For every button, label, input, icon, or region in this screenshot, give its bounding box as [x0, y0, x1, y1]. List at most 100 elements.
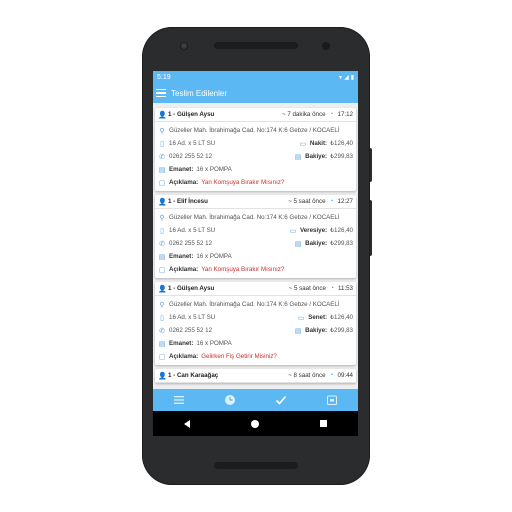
phone-screen: 5:19 ▾ ◢ ▮ Teslim Edilenler 👤 1 - Gülşen … [153, 71, 358, 436]
briefcase-icon: ▤ [294, 153, 302, 161]
emanet-value: 16 x POMPA [196, 166, 232, 173]
bottle-icon: ▯ [160, 227, 164, 235]
emanet-value: 16 x POMPA [196, 340, 232, 347]
back-icon[interactable] [183, 419, 190, 428]
system-nav-bar [153, 411, 358, 436]
location-icon: ⚲ [159, 301, 165, 309]
bottle-icon: ▯ [160, 140, 164, 148]
emanet-value: 16 x POMPA [196, 253, 232, 260]
app-bar: Teslim Edilenler [153, 83, 358, 103]
clock-icon: ◔ [329, 198, 334, 205]
card-body: ⚲ Güzeller Mah. İbrahimağa Cad. No:174 K:… [155, 296, 356, 365]
list-item[interactable]: 👤 1 - Gülşen Aysu ~ 7 dakika önce ◔ 17:12 ⚲… [155, 108, 356, 191]
archive-icon [327, 395, 338, 405]
customer-name: 1 - Elif İncesu [168, 198, 208, 205]
card-header: 👤 1 - Gülşen Aysu ~ 7 dakika önce ◔ 17:12 [155, 108, 356, 122]
status-bar: 5:19 ▾ ◢ ▮ [153, 71, 358, 83]
note-value: Gelirken Fiş Getirir Misiniz? [201, 353, 277, 360]
clock-icon: ◔ [329, 372, 334, 379]
battery-icon: ▮ [350, 74, 354, 81]
briefcase-icon: ▤ [158, 340, 166, 348]
list-item[interactable]: 👤 1 - Can Karaağaç ~ 8 saat önce ◔ 09:44 [155, 369, 356, 383]
tab-delivered[interactable] [266, 389, 296, 411]
note-label: Açıklama: [169, 353, 199, 360]
chat-icon: ▢ [158, 353, 166, 361]
history-icon [224, 395, 235, 405]
customer-name: 1 - Can Karaağaç [168, 372, 219, 379]
tab-list[interactable] [164, 389, 194, 411]
recent-apps-icon[interactable] [320, 420, 328, 427]
tab-archive[interactable] [317, 389, 347, 411]
status-time: 5:19 [157, 73, 171, 81]
chat-icon: ▢ [158, 266, 166, 274]
phone-icon: ✆ [159, 153, 165, 161]
address-text: Güzeller Mah. İbrahimağa Cad. No:174 K:6… [169, 127, 340, 134]
product-text: 16 Ad. x 5 LT SU [169, 140, 216, 147]
delivered-list[interactable]: 👤 1 - Gülşen Aysu ~ 7 dakika önce ◔ 17:12 ⚲… [153, 103, 358, 389]
clock-icon: ◔ [329, 111, 334, 118]
customer-name: 1 - Gülşen Aysu [168, 111, 215, 118]
signal-icon: ◢ [344, 74, 349, 81]
delivery-time: 11:53 [337, 285, 353, 292]
note-label: Açıklama: [169, 266, 199, 273]
delivery-time: 09:44 [337, 372, 353, 379]
emanet-label: Emanet: [169, 166, 194, 173]
user-icon: 👤 [158, 111, 167, 119]
payment-value: ₺126,40 [330, 314, 353, 321]
card-body: ⚲ Güzeller Mah. İbrahimağa Cad. No:174 K:… [155, 209, 356, 278]
phone-icon: ✆ [159, 327, 165, 335]
balance-value: ₺299,83 [330, 153, 353, 160]
bottle-icon: ▯ [160, 314, 164, 322]
payment-label: Senet: [308, 314, 328, 321]
product-text: 16 Ad. x 5 LT SU [169, 227, 216, 234]
wallet-icon: ▭ [289, 227, 297, 235]
clock-icon: ◔ [329, 285, 335, 292]
address-text: Güzeller Mah. İbrahimağa Cad. No:174 K:6… [169, 301, 340, 308]
wifi-icon: ▾ [339, 74, 343, 81]
page-title: Teslim Edilenler [171, 88, 228, 98]
time-ago: ~ 5 saat önce [288, 285, 326, 292]
payment-label: Nakit: [309, 140, 328, 147]
menu-icon[interactable] [156, 88, 166, 98]
note-value: Yan Komşuya Bırakır Mısınız? [201, 266, 285, 273]
bottom-speaker [214, 462, 298, 469]
location-icon: ⚲ [159, 127, 165, 135]
phone-text[interactable]: 0262 255 52 12 [169, 153, 212, 160]
front-camera [180, 42, 188, 50]
home-icon[interactable] [250, 419, 259, 428]
location-icon: ⚲ [159, 214, 165, 222]
list-item[interactable]: 👤 1 - Elif İncesu ~ 5 saat önce ◔ 12:27 ⚲ Gü… [155, 195, 356, 278]
payment-label: Veresiye: [299, 227, 328, 234]
customer-name: 1 - Gülşen Aysu [168, 285, 215, 292]
emanet-label: Emanet: [169, 340, 194, 347]
chat-icon: ▢ [158, 179, 166, 187]
phone-text[interactable]: 0262 255 52 12 [169, 327, 212, 334]
wallet-icon: ▭ [299, 140, 307, 148]
card-header: 👤 1 - Elif İncesu ~ 5 saat önce ◔ 12:27 [155, 195, 356, 209]
balance-value: ₺299,83 [330, 240, 353, 247]
proximity-sensor [322, 42, 330, 50]
list-icon [173, 396, 184, 404]
emanet-label: Emanet: [169, 253, 194, 260]
card-header: 👤 1 - Can Karaağaç ~ 8 saat önce ◔ 09:44 [155, 369, 356, 383]
balance-value: ₺299,83 [330, 327, 353, 334]
briefcase-icon: ▤ [158, 253, 166, 261]
payment-value: ₺126,40 [330, 227, 353, 234]
user-icon: 👤 [158, 372, 167, 380]
delivery-time: 17:12 [337, 111, 353, 118]
briefcase-icon: ▤ [294, 240, 302, 248]
briefcase-icon: ▤ [158, 166, 166, 174]
balance-label: Bakiye: [305, 240, 328, 247]
earpiece-speaker [214, 42, 298, 49]
list-item[interactable]: 👤 1 - Gülşen Aysu ~ 5 saat önce ◔ 11:53 ⚲ Gü… [155, 282, 356, 365]
card-header: 👤 1 - Gülşen Aysu ~ 5 saat önce ◔ 11:53 [155, 282, 356, 296]
time-ago: ~ 5 saat önce [288, 198, 326, 205]
user-icon: 👤 [158, 198, 167, 206]
tab-history[interactable] [215, 389, 245, 411]
note-label: Açıklama: [169, 179, 199, 186]
time-ago: ~ 7 dakika önce [282, 111, 326, 118]
bottom-tab-bar [153, 389, 358, 411]
card-body: ⚲ Güzeller Mah. İbrahimağa Cad. No:174 K:… [155, 122, 356, 191]
phone-text[interactable]: 0262 255 52 12 [169, 240, 212, 247]
payment-value: ₺126,40 [330, 140, 353, 147]
